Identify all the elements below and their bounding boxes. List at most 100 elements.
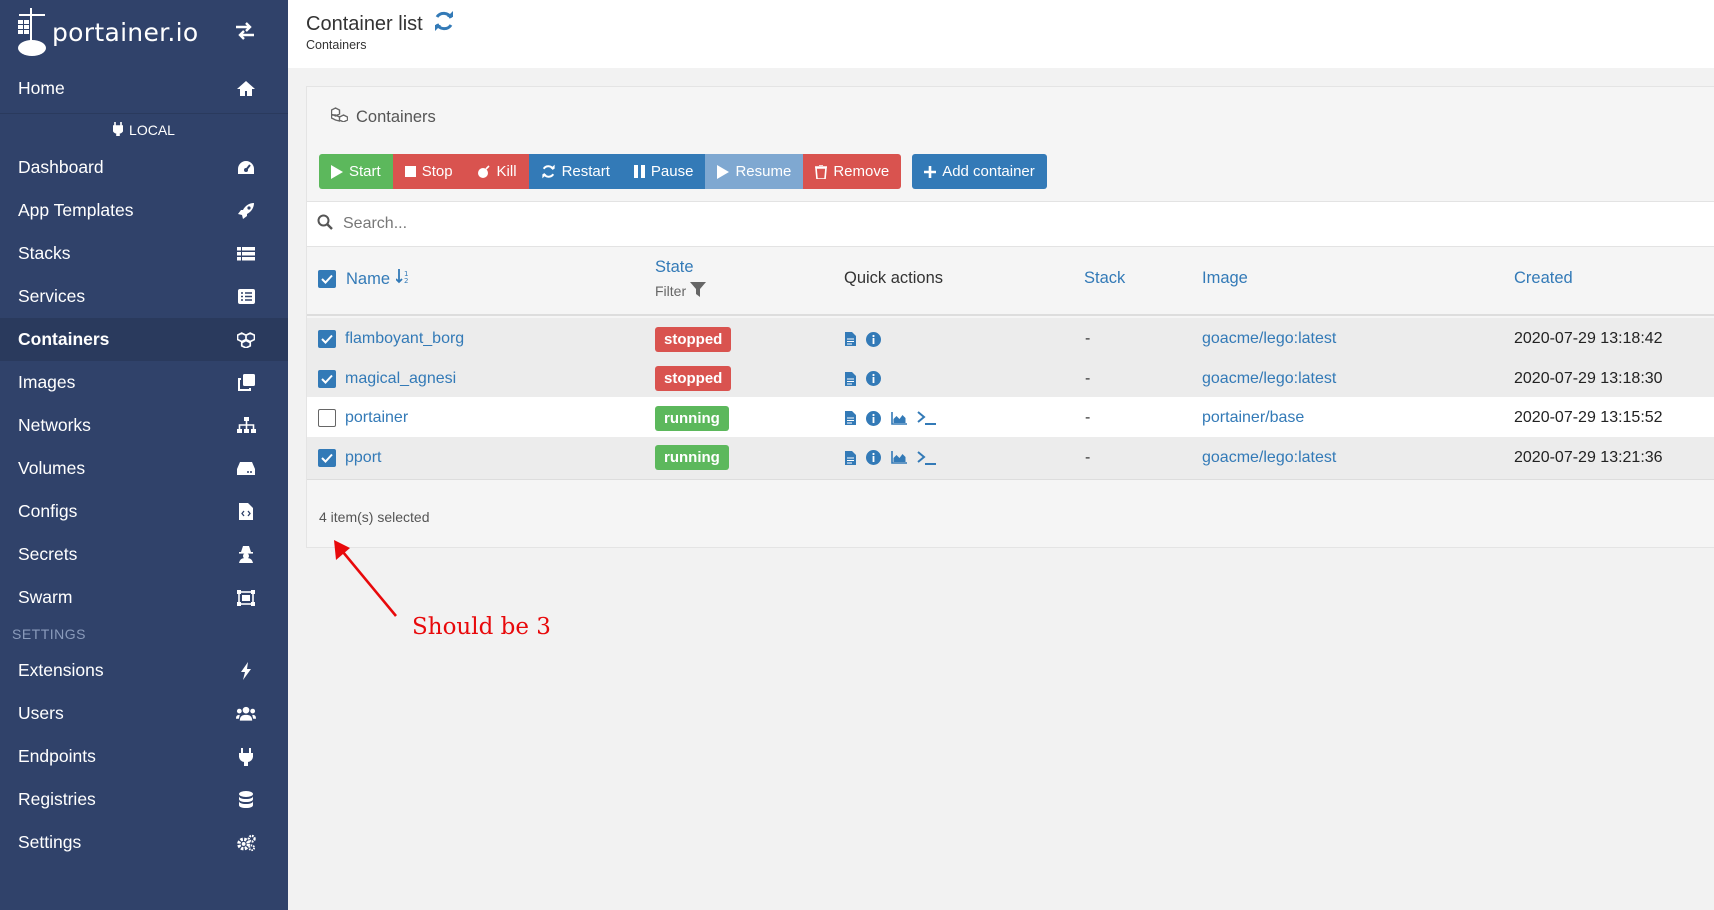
- sidebar-item-images[interactable]: Images: [0, 361, 288, 404]
- sidebar-item-secrets[interactable]: Secrets: [0, 533, 288, 576]
- services-icon: [236, 288, 256, 306]
- widget-title: Containers: [330, 107, 436, 127]
- start-label: Start: [349, 163, 381, 180]
- cubes-icon: [236, 331, 256, 349]
- inspect-icon[interactable]: [866, 410, 881, 426]
- status-badge: running: [655, 405, 729, 431]
- sync-icon: [541, 164, 556, 179]
- sidebar-item-extensions[interactable]: Extensions: [0, 649, 288, 692]
- sidebar-item-swarm[interactable]: Swarm: [0, 576, 288, 619]
- container-name-link[interactable]: flamboyant_borg: [345, 318, 464, 360]
- row-checkbox[interactable]: [318, 330, 336, 348]
- resume-button[interactable]: Resume: [705, 154, 804, 189]
- status-badge: running: [655, 445, 729, 470]
- stats-icon[interactable]: [891, 411, 907, 425]
- sidebar-item-app-templates[interactable]: App Templates: [0, 189, 288, 232]
- sidebar-item-stacks[interactable]: Stacks: [0, 232, 288, 275]
- select-all-checkbox[interactable]: [318, 270, 336, 288]
- image-link[interactable]: portainer/base: [1202, 397, 1304, 439]
- sidebar-item-services[interactable]: Services: [0, 275, 288, 318]
- state-filter[interactable]: Filter: [655, 282, 707, 300]
- pause-icon: [633, 165, 645, 178]
- stop-button[interactable]: Stop: [392, 154, 465, 189]
- settings-section-title: SETTINGS: [12, 626, 87, 642]
- search-input[interactable]: [343, 215, 943, 233]
- sidebar-item-label: Endpoints: [18, 746, 96, 766]
- brand-name: portainer.io: [52, 17, 199, 47]
- plug-icon: [236, 747, 256, 766]
- stacks-icon: [236, 245, 256, 263]
- sidebar-item-networks[interactable]: Networks: [0, 404, 288, 447]
- state-filter-label: Filter: [655, 283, 687, 299]
- sidebar-item-containers[interactable]: Containers: [0, 318, 288, 361]
- cubes-icon: [330, 107, 349, 127]
- pause-button[interactable]: Pause: [621, 154, 706, 189]
- widget-title-text: Containers: [356, 107, 436, 126]
- table-row: flamboyant_borg stopped - goacme/lego:la…: [307, 318, 1714, 361]
- resume-label: Resume: [735, 163, 792, 180]
- sidebar-item-users[interactable]: Users: [0, 692, 288, 735]
- sidebar-toggle-icon[interactable]: [234, 20, 256, 46]
- sidebar-item-configs[interactable]: Configs: [0, 490, 288, 533]
- inspect-icon[interactable]: [866, 331, 881, 347]
- console-icon[interactable]: [917, 450, 937, 465]
- column-state[interactable]: State: [655, 258, 694, 277]
- pause-label: Pause: [650, 163, 694, 180]
- sidebar-item-registries[interactable]: Registries: [0, 778, 288, 821]
- sidebar-item-endpoints[interactable]: Endpoints: [0, 735, 288, 778]
- add-container-button[interactable]: Add container: [912, 154, 1047, 189]
- container-name-link[interactable]: magical_agnesi: [345, 358, 456, 400]
- sidebar-item-label: Registries: [18, 789, 96, 809]
- sidebar-item-label: Configs: [18, 501, 78, 521]
- logs-icon[interactable]: [845, 450, 856, 465]
- sidebar-item-settings[interactable]: Settings: [0, 821, 288, 864]
- console-icon[interactable]: [917, 411, 937, 425]
- actions-toolbar: Start Stop Kill Restart Pause Resume Rem…: [319, 154, 1047, 189]
- trash-icon: [815, 164, 828, 179]
- containers-widget: Containers Start Stop Kill Restart Pause…: [306, 86, 1714, 548]
- dashboard-icon: [236, 159, 256, 177]
- refresh-icon[interactable]: [433, 10, 455, 38]
- table-header: Name 12 State Filter Quick actions Stack…: [307, 248, 1714, 316]
- plus-icon: [924, 165, 937, 178]
- sidebar-item-label: Containers: [18, 329, 110, 349]
- logs-icon[interactable]: [845, 371, 856, 386]
- sidebar-item-label: Extensions: [18, 660, 104, 680]
- row-checkbox[interactable]: [318, 409, 336, 427]
- restart-label: Restart: [561, 163, 610, 180]
- sidebar-item-volumes[interactable]: Volumes: [0, 447, 288, 490]
- sidebar-item-home[interactable]: Home: [0, 64, 288, 114]
- brand[interactable]: portainer.io: [0, 0, 288, 64]
- row-checkbox[interactable]: [318, 369, 336, 388]
- image-link[interactable]: goacme/lego:latest: [1202, 358, 1336, 400]
- inspect-icon[interactable]: [866, 450, 881, 465]
- column-name[interactable]: Name 12: [346, 269, 410, 289]
- kill-button[interactable]: Kill: [464, 154, 529, 189]
- container-name-link[interactable]: pport: [345, 437, 381, 479]
- sidebar-item-dashboard[interactable]: Dashboard: [0, 146, 288, 189]
- sidebar-item-label: Dashboard: [18, 157, 104, 177]
- column-stack[interactable]: Stack: [1084, 269, 1125, 288]
- inspect-icon[interactable]: [866, 371, 881, 386]
- column-created[interactable]: Created: [1514, 269, 1573, 288]
- page-title-text: Container list: [306, 12, 423, 35]
- annotation-text: Should be 3: [412, 614, 551, 640]
- stats-icon[interactable]: [891, 451, 907, 464]
- quick-actions: [845, 318, 881, 360]
- logs-icon[interactable]: [845, 332, 856, 346]
- logs-icon[interactable]: [845, 411, 856, 425]
- sidebar-item-label: Secrets: [18, 544, 78, 564]
- image-link[interactable]: goacme/lego:latest: [1202, 437, 1336, 479]
- sidebar-item-label: Stacks: [18, 243, 71, 263]
- remove-button[interactable]: Remove: [803, 154, 902, 189]
- column-image[interactable]: Image: [1202, 269, 1248, 288]
- table-row: pport running - goacme/lego:latest 2020-…: [307, 436, 1714, 480]
- user-secret-icon: [236, 546, 256, 564]
- sidebar-item-label: Users: [18, 703, 64, 723]
- row-checkbox[interactable]: [318, 448, 336, 467]
- restart-button[interactable]: Restart: [528, 154, 622, 189]
- start-button[interactable]: Start: [319, 154, 393, 189]
- container-name-link[interactable]: portainer: [345, 397, 408, 439]
- sort-alpha-icon: 12: [395, 269, 410, 289]
- image-link[interactable]: goacme/lego:latest: [1202, 318, 1336, 360]
